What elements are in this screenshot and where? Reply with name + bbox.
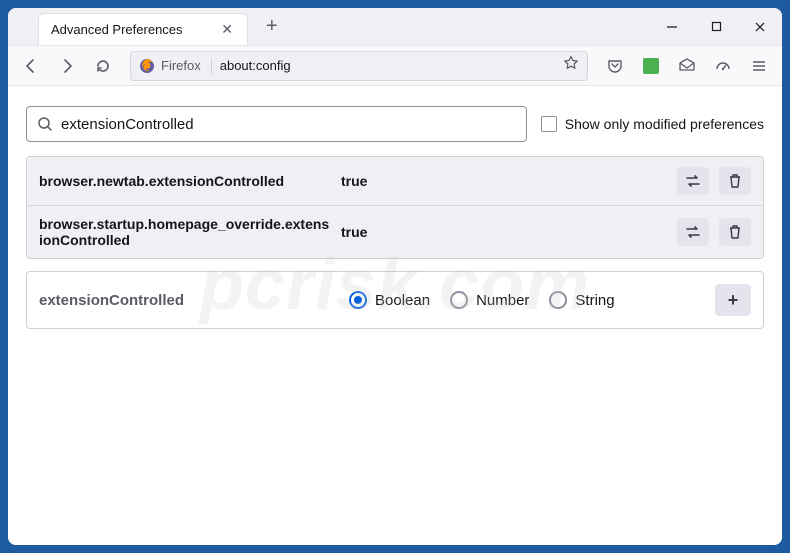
new-pref-row: extensionControlled Boolean Number Strin…: [26, 271, 764, 329]
radio-icon: [450, 291, 468, 309]
prefs-table: browser.newtab.extensionControlled true …: [26, 156, 764, 259]
toggle-button[interactable]: [677, 218, 709, 246]
search-icon: [37, 116, 53, 132]
new-pref-name: extensionControlled: [39, 292, 331, 309]
pref-row: browser.newtab.extensionControlled true: [27, 157, 763, 206]
pref-name: browser.newtab.extensionControlled: [39, 173, 331, 189]
pref-name: browser.startup.homepage_override.extens…: [39, 216, 331, 248]
type-string-radio[interactable]: String: [549, 291, 614, 309]
type-number-radio[interactable]: Number: [450, 291, 529, 309]
pocket-icon[interactable]: [600, 51, 630, 81]
menu-button[interactable]: [744, 51, 774, 81]
firefox-logo-icon: [139, 58, 155, 74]
radio-label: Number: [476, 292, 529, 309]
url-text: about:config: [220, 58, 555, 73]
radio-icon: [549, 291, 567, 309]
search-row: Show only modified preferences: [26, 106, 764, 142]
url-identity: Firefox: [139, 58, 212, 74]
type-options: Boolean Number String: [349, 291, 697, 309]
radio-label: Boolean: [375, 292, 430, 309]
bookmark-star-icon[interactable]: [563, 55, 579, 76]
maximize-button[interactable]: [694, 8, 738, 46]
close-tab-icon[interactable]: ✕: [221, 21, 233, 38]
toggle-button[interactable]: [677, 167, 709, 195]
content-area: Show only modified preferences browser.n…: [8, 86, 782, 545]
add-pref-button[interactable]: +: [715, 284, 751, 316]
forward-button[interactable]: [52, 51, 82, 81]
tab-title: Advanced Preferences: [51, 22, 213, 37]
search-box[interactable]: [26, 106, 527, 142]
delete-button[interactable]: [719, 167, 751, 195]
back-button[interactable]: [16, 51, 46, 81]
new-tab-button[interactable]: +: [258, 11, 286, 42]
modified-only-checkbox-label[interactable]: Show only modified preferences: [541, 116, 764, 132]
pref-value: true: [341, 224, 667, 240]
minimize-button[interactable]: [650, 8, 694, 46]
url-identity-label: Firefox: [161, 58, 201, 73]
delete-button[interactable]: [719, 218, 751, 246]
search-input[interactable]: [61, 116, 516, 133]
pref-row: browser.startup.homepage_override.extens…: [27, 206, 763, 258]
extension-icon[interactable]: [636, 51, 666, 81]
window-controls: [650, 8, 782, 46]
url-bar[interactable]: Firefox about:config: [130, 51, 588, 81]
pref-value: true: [341, 173, 667, 189]
toolbar: Firefox about:config: [8, 46, 782, 86]
modified-only-checkbox[interactable]: [541, 116, 557, 132]
checkbox-label-text: Show only modified preferences: [565, 116, 764, 132]
titlebar: Advanced Preferences ✕ +: [8, 8, 782, 46]
close-window-button[interactable]: [738, 8, 782, 46]
type-boolean-radio[interactable]: Boolean: [349, 291, 430, 309]
reload-button[interactable]: [88, 51, 118, 81]
mail-icon[interactable]: [672, 51, 702, 81]
radio-icon: [349, 291, 367, 309]
browser-tab[interactable]: Advanced Preferences ✕: [38, 13, 248, 45]
radio-label: String: [575, 292, 614, 309]
dashboard-icon[interactable]: [708, 51, 738, 81]
